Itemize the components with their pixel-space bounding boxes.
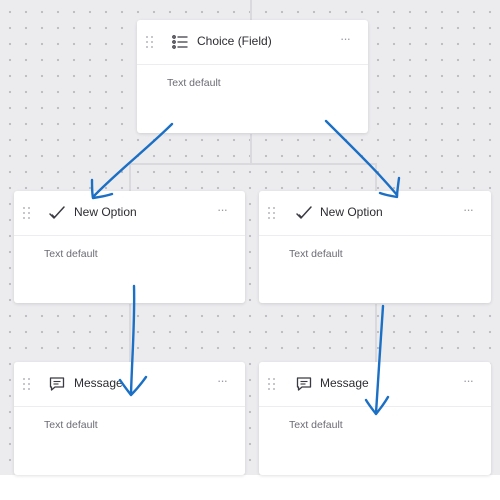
- flow-node-choice-field[interactable]: Choice (Field) ··· Text default: [137, 20, 368, 133]
- connector-line: [129, 304, 131, 362]
- node-title: New Option: [74, 205, 137, 219]
- node-header[interactable]: New Option ···: [14, 191, 245, 236]
- connector-line: [129, 163, 377, 165]
- node-header[interactable]: Message ···: [14, 362, 245, 407]
- flow-node-new-option-left[interactable]: New Option ··· Text default: [14, 191, 245, 303]
- more-options-icon[interactable]: ···: [217, 203, 228, 216]
- canvas-bottom-strip: [0, 475, 500, 500]
- node-body-text: Text default: [44, 419, 98, 431]
- node-body-text: Text default: [167, 77, 221, 89]
- checkmark-icon: [48, 204, 66, 222]
- more-options-icon[interactable]: ···: [463, 203, 474, 216]
- connector-line: [129, 163, 131, 191]
- drag-handle-icon[interactable]: [23, 378, 31, 390]
- flow-node-message-right[interactable]: Message ··· Text default: [259, 362, 491, 475]
- drag-handle-icon[interactable]: [268, 207, 276, 219]
- flow-node-message-left[interactable]: Message ··· Text default: [14, 362, 245, 475]
- list-icon: [171, 33, 189, 51]
- more-options-icon[interactable]: ···: [340, 32, 351, 45]
- more-options-icon[interactable]: ···: [463, 374, 474, 387]
- drag-handle-icon[interactable]: [23, 207, 31, 219]
- node-title: Message: [320, 376, 369, 390]
- connector-line: [375, 163, 377, 191]
- node-header[interactable]: Choice (Field) ···: [137, 20, 368, 65]
- connector-line: [250, 134, 252, 164]
- connector-line: [250, 0, 252, 20]
- drag-handle-icon[interactable]: [268, 378, 276, 390]
- flow-node-new-option-right[interactable]: New Option ··· Text default: [259, 191, 491, 303]
- chat-bubble-icon: [48, 375, 66, 393]
- node-body-text: Text default: [289, 419, 343, 431]
- node-title: Message: [74, 376, 123, 390]
- arrow-to-left-option: [91, 122, 174, 199]
- checkmark-icon: [295, 204, 313, 222]
- more-options-icon[interactable]: ···: [217, 374, 228, 387]
- connector-line: [375, 304, 377, 362]
- chat-bubble-icon: [295, 375, 313, 393]
- node-header[interactable]: New Option ···: [259, 191, 491, 236]
- drag-handle-icon[interactable]: [146, 36, 154, 48]
- node-title: Choice (Field): [197, 34, 272, 48]
- node-header[interactable]: Message ···: [259, 362, 491, 407]
- node-body-text: Text default: [44, 248, 98, 260]
- node-title: New Option: [320, 205, 383, 219]
- node-body-text: Text default: [289, 248, 343, 260]
